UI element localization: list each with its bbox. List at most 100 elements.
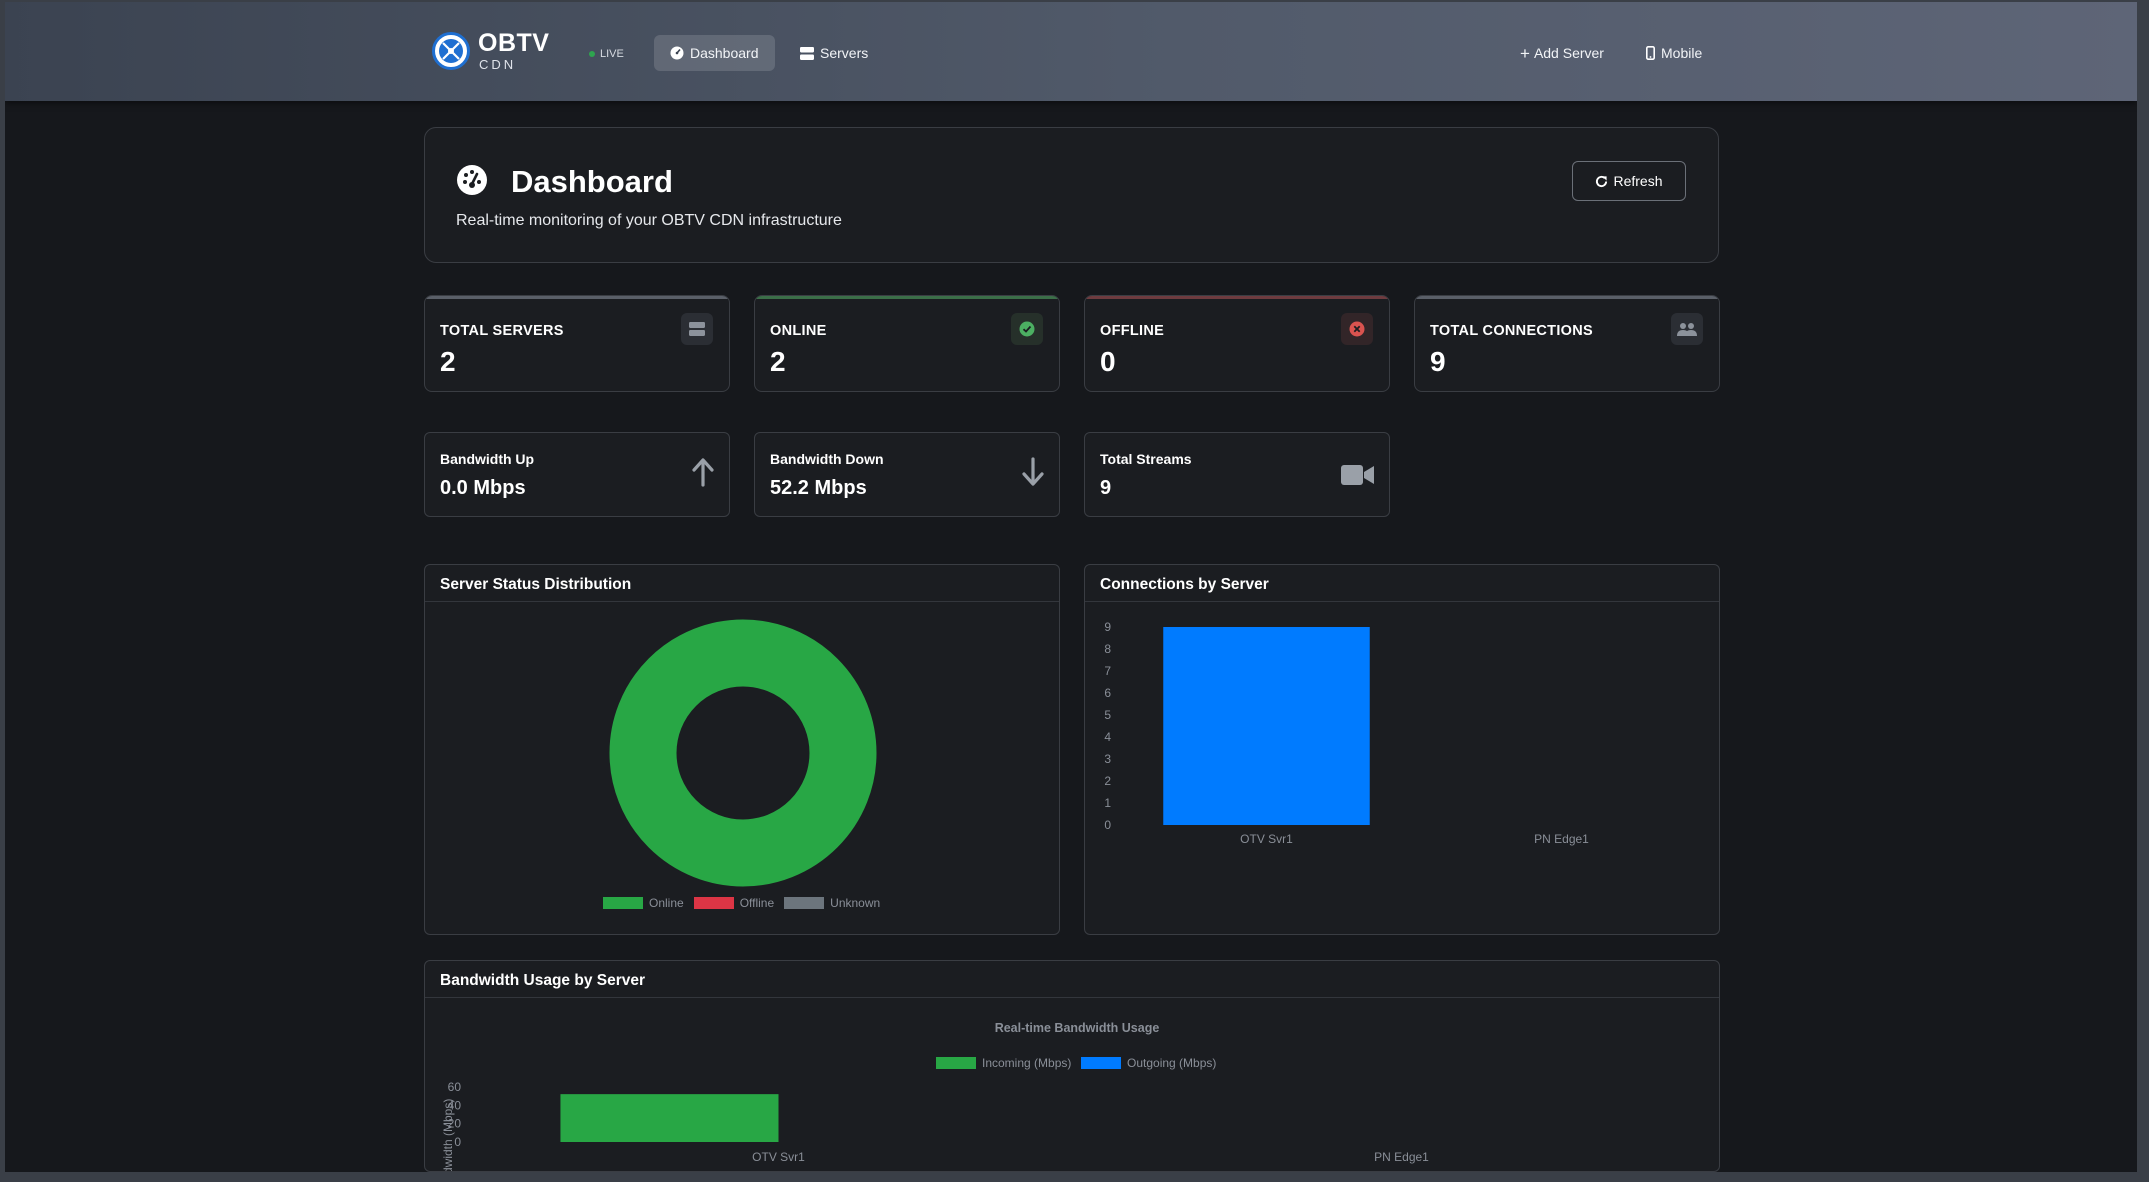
x-tick-label: PN Edge1: [1534, 832, 1589, 846]
bw-value: 52.2 Mbps: [770, 477, 867, 499]
refresh-icon: [1596, 175, 1608, 187]
chart-title: Server Status Distribution: [425, 565, 1059, 602]
mobile-phone-icon: [1646, 46, 1655, 60]
add-server-link[interactable]: + Add Server: [1504, 35, 1620, 71]
refresh-button[interactable]: Refresh: [1572, 161, 1686, 201]
legend-label-outgoing: Outgoing (Mbps): [1127, 1056, 1216, 1070]
brand-subtitle: CDN: [479, 57, 517, 72]
tachometer-icon: [457, 165, 487, 195]
legend-label-incoming: Incoming (Mbps): [982, 1056, 1071, 1070]
status-distribution-card: Server Status Distribution Online Offlin…: [424, 564, 1060, 935]
connections-by-server-card: Connections by Server 0 1 2 3 4 5 6 7 8 9 OTV Svr1…: [1084, 564, 1720, 935]
y-tick-label: 2: [1104, 774, 1111, 788]
mobile-link[interactable]: Mobile: [1630, 35, 1718, 71]
nav-servers-label: Servers: [820, 45, 869, 61]
app-window: OBTV CDN LIVE Dashboard Servers + Add Se…: [5, 2, 2137, 1172]
legend-swatch-incoming: [936, 1057, 976, 1069]
arrow-down-icon: [1022, 457, 1044, 486]
y-tick-label: 40: [448, 1098, 462, 1112]
stat-card-offline: OFFLINE 0: [1084, 295, 1390, 392]
gauge-icon: [670, 46, 684, 60]
bar-0: [1163, 627, 1370, 825]
nav-dashboard-label: Dashboard: [690, 45, 759, 61]
stat-value: 9: [1430, 346, 1446, 377]
y-tick-label: 20: [448, 1117, 462, 1131]
chart-title: Connections by Server: [1085, 565, 1719, 602]
bw-value: 0.0 Mbps: [440, 477, 526, 499]
stat-label: ONLINE: [770, 323, 827, 339]
y-tick-label: 6: [1104, 686, 1111, 700]
chart-title-text: Real-time Bandwidth Usage: [995, 1021, 1160, 1035]
bandwidth-bar-chart: Real-time Bandwidth Usage Incoming (Mbps…: [441, 1021, 1429, 1171]
legend-label: Offline: [739, 896, 775, 910]
bandwidth-usage-card: Bandwidth Usage by Server Real-time Band…: [424, 960, 1720, 1172]
stat-label: TOTAL SERVERS: [440, 323, 564, 339]
stat-label: TOTAL CONNECTIONS: [1430, 323, 1593, 339]
live-label: LIVE: [600, 48, 624, 60]
y-tick-label: 4: [1104, 730, 1111, 744]
page-subtitle: Real-time monitoring of your OBTV CDN in…: [456, 212, 842, 229]
y-tick-label: 0: [454, 1135, 461, 1149]
server-icon: [800, 46, 814, 60]
refresh-label: Refresh: [1613, 173, 1663, 189]
bw-label: Total Streams: [1100, 451, 1192, 467]
add-server-label: Add Server: [1533, 45, 1604, 61]
legend-label: Unknown: [830, 896, 881, 910]
y-tick-label: 0: [1104, 818, 1111, 832]
bandwidth-down-card: Bandwidth Down 52.2 Mbps: [754, 432, 1060, 517]
stat-card-online: ONLINE 2: [754, 295, 1060, 392]
donut-slice-online: [609, 619, 877, 887]
stat-value: 2: [440, 346, 456, 377]
legend-swatch-outgoing: [1081, 1057, 1121, 1069]
stat-card-total-servers: TOTAL SERVERS 2: [424, 295, 730, 392]
stat-value: 2: [770, 346, 786, 377]
stat-accent-bar: [425, 296, 729, 299]
stat-accent-bar: [755, 296, 1059, 299]
users-icon: [1671, 313, 1703, 345]
obtv-logo-icon: [432, 32, 470, 70]
bw-label: Bandwidth Down: [770, 451, 884, 467]
live-dot-icon: [589, 51, 595, 57]
bw-value: 9: [1100, 477, 1112, 499]
stat-value: 0: [1100, 346, 1116, 377]
legend-online[interactable]: Online: [603, 896, 684, 910]
dashboard-header: Dashboard Real-time monitoring of your O…: [424, 127, 1719, 263]
legend-label: Online: [649, 896, 684, 910]
nav-servers[interactable]: Servers: [784, 35, 884, 71]
plus-icon: +: [1520, 43, 1530, 63]
legend-offline[interactable]: Offline: [693, 896, 775, 910]
legend-unknown[interactable]: Unknown: [784, 896, 880, 910]
nav-dashboard[interactable]: Dashboard: [654, 35, 775, 71]
y-tick-label: 5: [1104, 708, 1111, 722]
page-title: Dashboard: [511, 164, 673, 199]
y-tick-label: 3: [1104, 752, 1111, 766]
x-tick-label: OTV Svr1: [1240, 832, 1293, 846]
x-tick-label: PN Edge1: [1374, 1150, 1429, 1164]
y-tick-label: 9: [1104, 620, 1111, 634]
stat-accent-bar: [1415, 296, 1719, 299]
arrow-up-icon: [692, 458, 714, 487]
y-tick-label: 1: [1104, 796, 1111, 810]
navbar: OBTV CDN LIVE Dashboard Servers + Add Se…: [5, 2, 2137, 101]
brand-title: OBTV: [478, 29, 550, 57]
status-donut-chart: [609, 619, 877, 887]
check-circle-icon: [1011, 313, 1043, 345]
server-icon: [681, 313, 713, 345]
bandwidth-up-card: Bandwidth Up 0.0 Mbps: [424, 432, 730, 517]
mobile-label: Mobile: [1661, 45, 1703, 61]
stat-label: OFFLINE: [1100, 323, 1165, 339]
y-tick-label: 7: [1104, 664, 1111, 678]
bw-label: Bandwidth Up: [440, 451, 535, 467]
connections-bar-chart: 0 1 2 3 4 5 6 7 8 9 OTV Svr1 PN Edge1: [1104, 620, 1589, 846]
stat-accent-bar: [1085, 296, 1389, 299]
x-circle-icon: [1341, 313, 1373, 345]
total-streams-card: Total Streams 9: [1084, 432, 1390, 517]
chart-title: Bandwidth Usage by Server: [425, 961, 1719, 998]
bar-0-0: [560, 1094, 779, 1142]
live-indicator: LIVE: [589, 48, 624, 60]
stat-card-total-connections: TOTAL CONNECTIONS 9: [1414, 295, 1720, 392]
video-camera-icon: [1341, 465, 1374, 485]
brand-logo-link[interactable]: OBTV CDN: [432, 31, 549, 71]
x-tick-label: OTV Svr1: [752, 1150, 805, 1164]
y-tick-label: 8: [1104, 642, 1111, 656]
